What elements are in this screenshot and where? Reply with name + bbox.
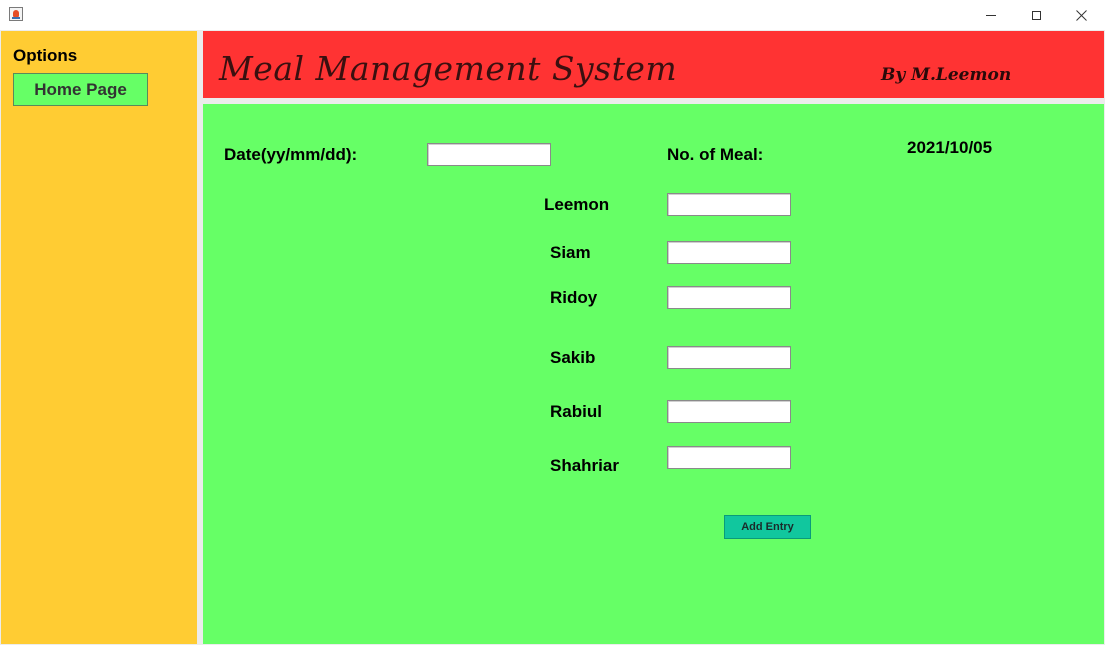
meal-input-ridoy[interactable] <box>667 286 791 309</box>
meal-count-label: No. of Meal: <box>667 145 764 164</box>
sidebar: Options Home Page <box>1 31 197 644</box>
meal-entry-panel: Date(yy/mm/dd): No. of Meal: 2021/10/05 … <box>203 104 1104 644</box>
current-date: 2021/10/05 <box>907 138 993 157</box>
member-label-sakib: Sakib <box>550 348 596 367</box>
member-label-rabiul: Rabiul <box>550 402 602 421</box>
maximize-button[interactable] <box>1013 0 1059 30</box>
meal-input-siam[interactable] <box>667 241 791 264</box>
meal-input-sakib[interactable] <box>667 346 791 369</box>
header-banner: Meal Management System By M.Leemon <box>203 31 1104 98</box>
meal-input-rabiul[interactable] <box>667 400 791 423</box>
home-page-button[interactable]: Home Page <box>13 73 148 106</box>
java-cup-icon[interactable] <box>9 7 23 21</box>
close-button[interactable] <box>1058 0 1104 30</box>
minimize-icon <box>986 14 996 16</box>
add-entry-button[interactable]: Add Entry <box>724 515 811 539</box>
member-label-shahriar: Shahriar <box>550 456 619 475</box>
member-label-ridoy: Ridoy <box>550 288 598 307</box>
member-label-siam: Siam <box>550 243 591 262</box>
member-label-leemon: Leemon <box>544 195 610 214</box>
author-credit: By M.Leemon <box>881 65 1012 85</box>
meal-input-leemon[interactable] <box>667 193 791 216</box>
minimize-button[interactable] <box>968 0 1014 30</box>
close-icon <box>1075 9 1087 21</box>
app-window: Options Home Page Meal Management System… <box>0 0 1105 645</box>
meal-input-shahriar[interactable] <box>667 446 791 469</box>
sidebar-title: Options <box>13 46 78 65</box>
date-label: Date(yy/mm/dd): <box>224 145 358 164</box>
maximize-icon <box>1031 10 1041 20</box>
date-input[interactable] <box>427 143 551 166</box>
app-title: Meal Management System <box>219 49 678 88</box>
title-bar <box>0 0 1105 30</box>
